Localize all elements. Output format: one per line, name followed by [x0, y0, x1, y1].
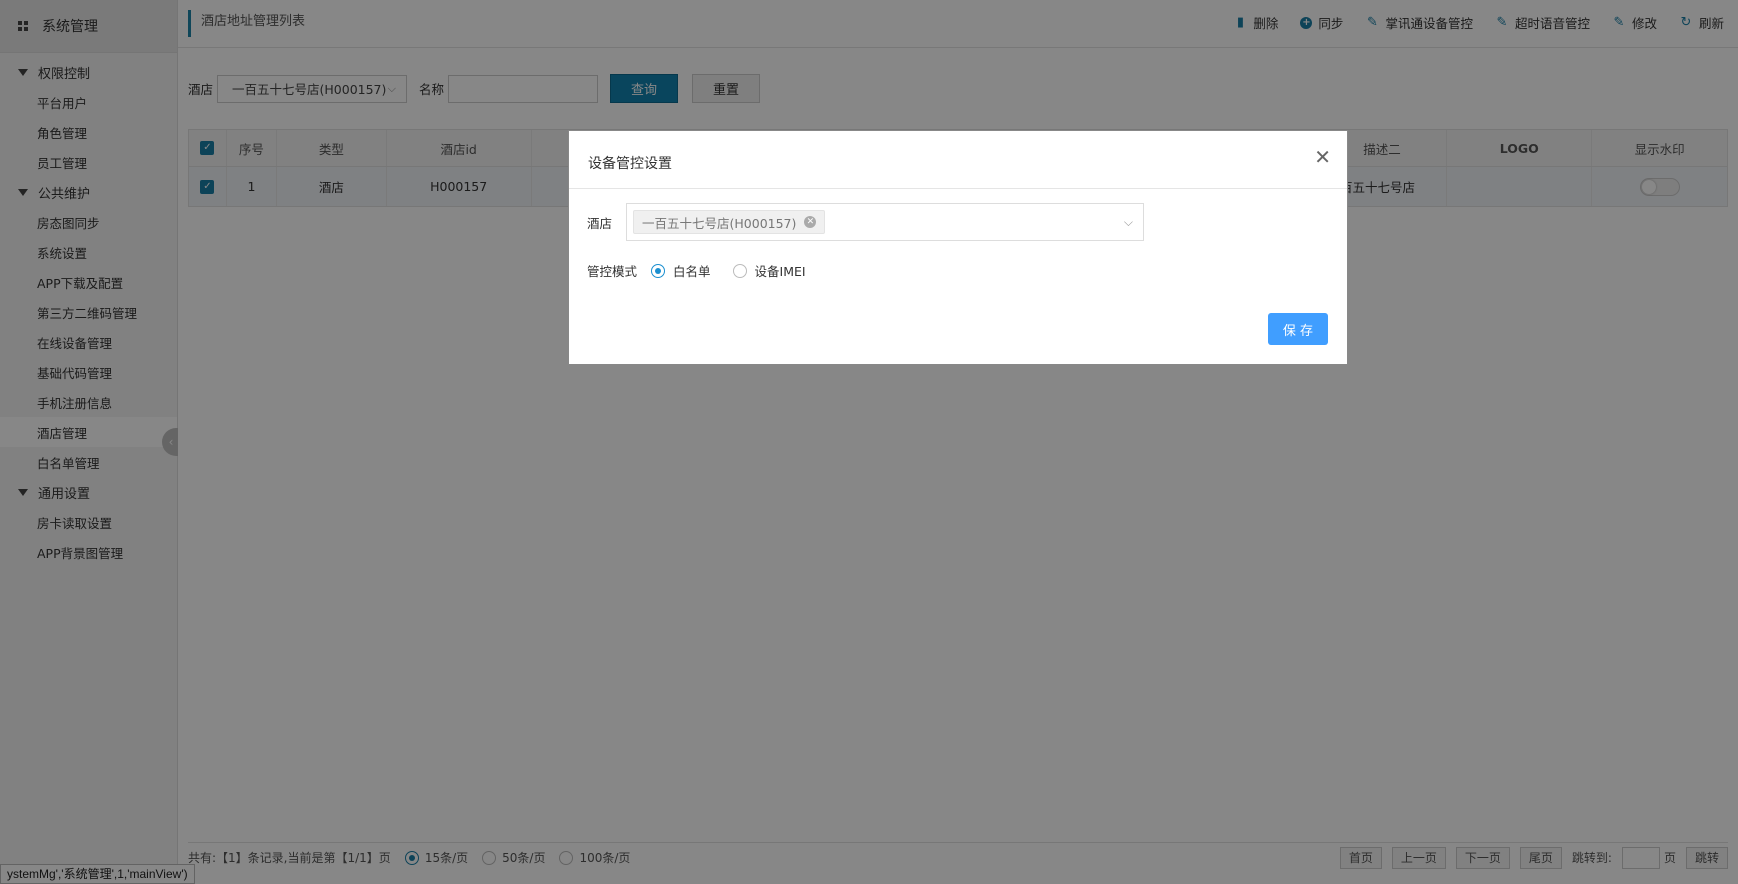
- save-button[interactable]: 保 存: [1268, 313, 1328, 345]
- modal-header: 设备管控设置 ✕: [569, 131, 1347, 189]
- hotel-tag: 一百五十七号店(H000157) ✕: [633, 210, 826, 234]
- modal-mode-row: 管控模式 白名单 设备IMEI: [587, 261, 806, 280]
- whitelist-radio[interactable]: [651, 263, 666, 278]
- tag-remove-icon[interactable]: ✕: [804, 216, 817, 228]
- device-control-modal: 设备管控设置 ✕ 酒店 一百五十七号店(H000157) ✕ ⌵ 管控模式 白名…: [568, 130, 1348, 365]
- whitelist-option-label[interactable]: 白名单: [673, 261, 711, 280]
- imei-option-label[interactable]: 设备IMEI: [755, 261, 806, 280]
- modal-hotel-row: 酒店 一百五十七号店(H000157) ✕ ⌵: [587, 203, 1145, 241]
- modal-title: 设备管控设置: [588, 156, 672, 172]
- imei-radio[interactable]: [732, 263, 747, 278]
- control-mode-label: 管控模式: [587, 264, 638, 279]
- modal-hotel-select[interactable]: 一百五十七号店(H000157) ✕ ⌵: [626, 203, 1145, 241]
- close-icon[interactable]: ✕: [1314, 147, 1331, 167]
- chevron-down-icon: ⌵: [1123, 215, 1134, 229]
- modal-hotel-label: 酒店: [587, 215, 613, 231]
